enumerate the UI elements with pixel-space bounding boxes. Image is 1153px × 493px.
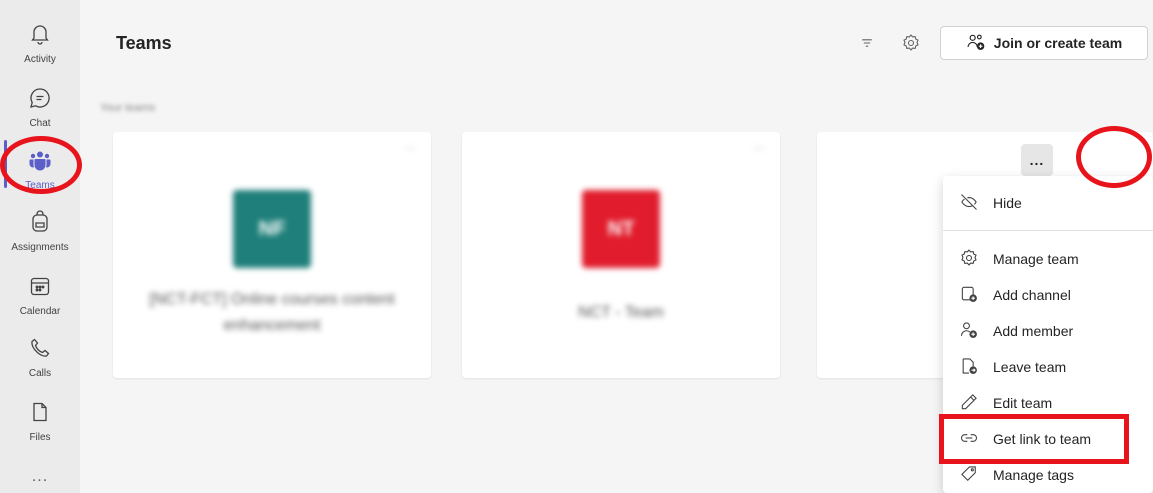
menu-item-label: Add channel xyxy=(993,287,1071,303)
menu-item-leave-team[interactable]: Leave team xyxy=(943,349,1153,385)
rail-item-chat[interactable]: Chat xyxy=(0,78,80,138)
menu-divider xyxy=(943,230,1153,231)
rail-item-activity[interactable]: Activity xyxy=(0,14,80,74)
rail-label: Activity xyxy=(24,54,56,65)
rail-item-calls[interactable]: Calls xyxy=(0,328,80,388)
team-avatar: NF xyxy=(233,190,311,268)
menu-item-label: Edit team xyxy=(993,395,1053,411)
team-card[interactable]: NF [NCT-FCT] Online courses content enha… xyxy=(113,132,431,378)
menu-item-label: Manage team xyxy=(993,251,1079,267)
leave-icon xyxy=(959,356,993,379)
tag-icon xyxy=(959,464,993,487)
filter-icon[interactable] xyxy=(856,32,878,54)
menu-item-label: Add member xyxy=(993,323,1074,339)
rail-label: Calendar xyxy=(19,306,61,317)
more-options-button[interactable]: ... xyxy=(1021,144,1053,176)
team-avatar: NT xyxy=(582,190,660,268)
rail-item-assignments[interactable]: Assignments xyxy=(0,202,80,262)
menu-item-hide[interactable]: Hide xyxy=(943,185,1153,221)
rail-label: Files xyxy=(29,432,51,443)
gear-icon[interactable] xyxy=(900,32,922,54)
file-icon xyxy=(28,400,52,429)
menu-item-label: Manage tags xyxy=(993,467,1074,483)
more-apps-button[interactable]: ... xyxy=(0,468,80,486)
team-name: [NCT-FCT] Online courses content enhance… xyxy=(149,291,395,334)
annotation-box-get-link xyxy=(939,414,1129,464)
rail-label: Calls xyxy=(28,368,52,379)
menu-item-manage-team[interactable]: Manage team xyxy=(943,241,1153,277)
annotation-circle-teams xyxy=(0,136,82,194)
your-teams-label[interactable]: Your teams xyxy=(100,102,155,114)
rail-item-files[interactable]: Files xyxy=(0,392,80,452)
pencil-icon xyxy=(959,392,993,415)
hide-icon xyxy=(959,192,993,215)
bell-icon xyxy=(28,22,52,51)
add-member-icon xyxy=(959,320,993,343)
add-people-icon xyxy=(966,32,986,55)
page-title: Teams xyxy=(116,33,172,53)
backpack-icon xyxy=(28,210,52,239)
rail-label: Chat xyxy=(29,118,51,129)
app-rail: Activity Chat Teams Assignments Calendar xyxy=(0,0,80,493)
calendar-icon xyxy=(28,274,52,303)
add-channel-icon xyxy=(959,284,993,307)
chat-icon xyxy=(28,86,52,115)
join-or-create-team-button[interactable]: Join or create team xyxy=(940,26,1148,60)
join-button-label: Join or create team xyxy=(993,35,1123,51)
menu-item-add-member[interactable]: Add member xyxy=(943,313,1153,349)
team-card[interactable]: NT NCT - Team xyxy=(462,132,780,378)
annotation-circle-more xyxy=(1076,126,1152,188)
phone-icon xyxy=(28,336,52,365)
gear-icon xyxy=(959,248,993,271)
teams-app: Activity Chat Teams Assignments Calendar xyxy=(0,0,1153,493)
menu-item-label: Leave team xyxy=(993,359,1067,375)
menu-item-label: Hide xyxy=(993,195,1022,211)
team-name: NCT - Team xyxy=(578,304,664,321)
rail-item-calendar[interactable]: Calendar xyxy=(0,266,80,326)
rail-label: Assignments xyxy=(11,242,69,253)
menu-item-add-channel[interactable]: Add channel xyxy=(943,277,1153,313)
